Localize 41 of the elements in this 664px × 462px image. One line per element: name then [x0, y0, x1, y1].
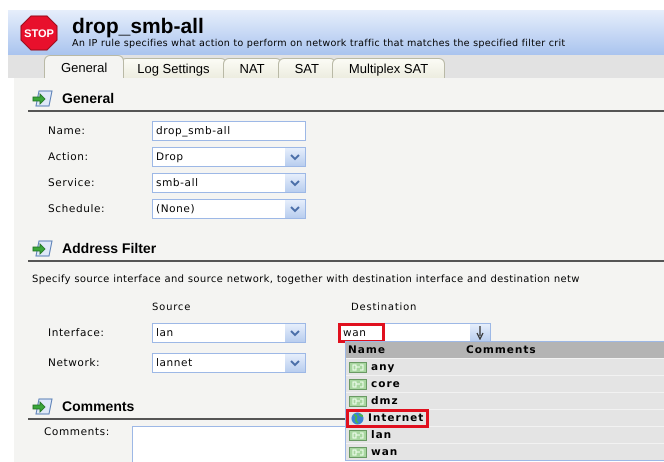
list-item[interactable]: wan: [346, 443, 664, 460]
field-label: Comments:: [43, 426, 111, 438]
list-item[interactable]: lan: [346, 426, 664, 443]
page-description: An IP rule specifies what action to perform on network traffic that matches the specified filter crit: [72, 38, 566, 49]
section-title: General: [62, 90, 114, 106]
section-title: Address Filter: [62, 240, 156, 256]
list-item[interactable]: Internet: [346, 409, 664, 426]
tab[interactable]: SAT: [278, 58, 336, 78]
text-field[interactable]: drop_smb-all: [152, 121, 306, 141]
list-item[interactable]: dmz: [346, 392, 664, 409]
section-description: Specify source interface and source network, together with destination interface and destination netw: [31, 273, 581, 287]
list-item[interactable]: any: [346, 358, 664, 375]
item-name: dmz: [371, 395, 399, 407]
field-label: Service:: [47, 177, 96, 189]
item-name: any: [371, 361, 396, 373]
select-field[interactable]: lannet: [152, 353, 306, 373]
field-label: Schedule:: [47, 203, 106, 215]
column-header: Comments: [466, 344, 537, 356]
field-label: Network:: [47, 357, 102, 369]
item-name: Internet: [368, 412, 424, 424]
column-heading: Destination: [351, 302, 418, 312]
select-field[interactable]: smb-all: [152, 173, 306, 193]
stop-sign-icon: STOP: [20, 14, 58, 50]
column-header: Name: [348, 344, 387, 356]
page-title: drop_smb-all: [72, 16, 205, 38]
field-label: Name:: [47, 125, 87, 137]
item-name: lan: [371, 429, 392, 441]
tab[interactable]: General: [44, 55, 124, 78]
column-heading: Source: [152, 302, 192, 312]
select-field[interactable]: lan: [152, 323, 306, 343]
field-label: Interface:: [47, 327, 106, 339]
list-item[interactable]: core: [346, 375, 664, 392]
item-name: core: [371, 378, 401, 390]
section-title: Comments: [62, 398, 134, 414]
tab[interactable]: Multiplex SAT: [332, 58, 446, 78]
select-field[interactable]: Drop: [152, 147, 306, 167]
item-name: wan: [371, 446, 398, 458]
tab[interactable]: NAT: [222, 58, 282, 78]
field-label: Action:: [47, 151, 90, 163]
select-field[interactable]: (None): [152, 199, 306, 219]
combo-field[interactable]: wan: [339, 323, 491, 343]
